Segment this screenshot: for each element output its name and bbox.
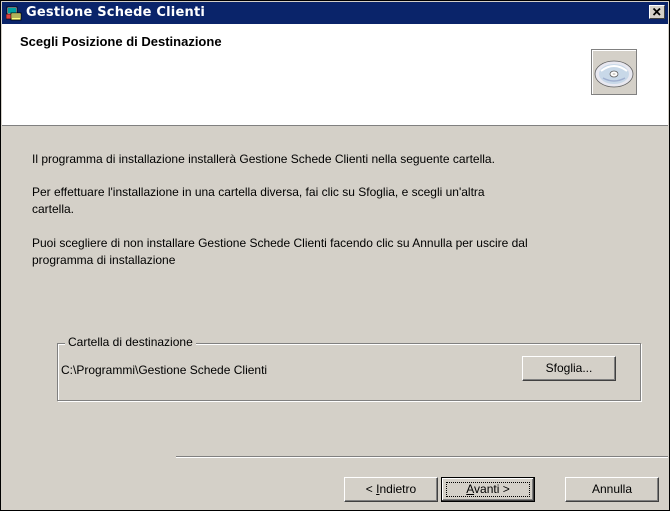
destination-group-label: Cartella di destinazione — [65, 335, 196, 349]
setup-dialog: Gestione Schede Clienti Scegli Posizione… — [0, 0, 670, 511]
window-title: Gestione Schede Clienti — [26, 5, 206, 20]
info-text-2b: cartella. — [32, 202, 75, 216]
info-text-3a: Puoi scegliere di non installare Gestion… — [32, 236, 528, 250]
info-text-2a: Per effettuare l'installazione in una ca… — [32, 185, 485, 199]
back-button[interactable]: < Indietro — [344, 477, 438, 502]
back-button-label: ndietro — [379, 482, 417, 496]
info-text-1: Il programma di installazione installerà… — [32, 152, 495, 166]
browse-button[interactable]: Sfoglia... — [522, 356, 616, 381]
separator-line — [176, 456, 668, 458]
back-button-prefix: < — [365, 482, 377, 496]
page-title: Scegli Posizione di Destinazione — [20, 34, 222, 49]
cancel-button-label: Annulla — [591, 482, 633, 496]
installer-icon — [6, 6, 22, 21]
browse-button-label: Sfoglia... — [545, 361, 593, 375]
close-icon — [652, 7, 661, 16]
cd-disc-icon — [591, 49, 637, 95]
focus-ring — [446, 482, 530, 497]
destination-path: C:\Programmi\Gestione Schede Clienti — [61, 363, 268, 377]
next-button[interactable]: Avanti > — [441, 477, 535, 502]
cancel-button[interactable]: Annulla — [565, 477, 659, 502]
info-text-3b: programma di installazione — [32, 253, 176, 267]
close-button[interactable] — [649, 5, 665, 19]
title-bar[interactable]: Gestione Schede Clienti — [2, 2, 668, 24]
